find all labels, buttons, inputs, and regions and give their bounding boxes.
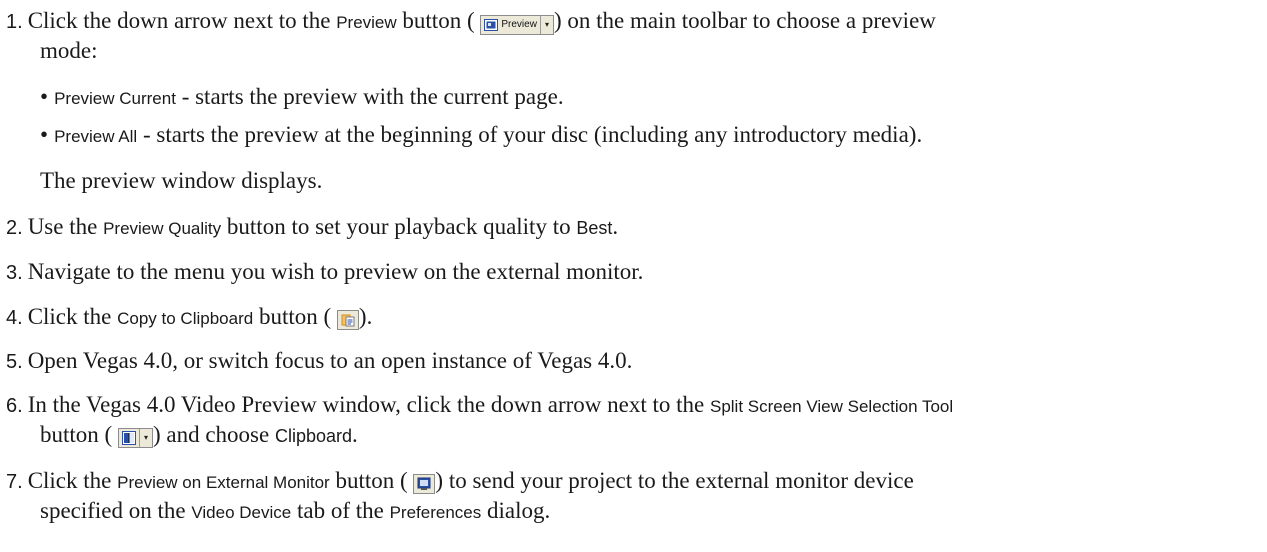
step-number: 6. (6, 395, 23, 417)
ui-term-best: Best (576, 218, 613, 238)
bullet-preview-all: • Preview All - starts the preview at the… (40, 122, 923, 147)
split-screen-button-image: ▾ (117, 428, 153, 448)
step-number: 4. (6, 307, 23, 329)
ui-term-preview-current: Preview Current (54, 89, 176, 108)
ui-term-split-screen-tool: Split Screen View Selection Tool (709, 397, 954, 416)
monitor-button-image (413, 474, 436, 494)
step-number: 1. (6, 11, 23, 33)
ui-term-video-device: Video Device (191, 503, 292, 522)
bullet-icon: • (40, 122, 49, 147)
step-number: 5. (6, 351, 23, 373)
preview-button-image: Preview ▾ (480, 15, 554, 35)
step-5: 5. Open Vegas 4.0, or switch focus to an … (6, 348, 633, 373)
ui-term-clipboard: Clipboard (274, 426, 352, 446)
ui-term-preview-quality: Preview Quality (103, 219, 222, 238)
ui-term-preview-all: Preview All (54, 127, 138, 146)
step-6: 6. In the Vegas 4.0 Video Preview window,… (6, 392, 954, 417)
external-monitor-icon (417, 477, 431, 490)
step-3: 3. Navigate to the menu you wish to previ… (6, 259, 644, 284)
step-number: 2. (6, 217, 23, 239)
step-4: 4. Click the Copy to Clipboard button ( )… (6, 304, 373, 330)
step-2: 2. Use the Preview Quality button to set … (6, 214, 619, 239)
chevron-down-icon: ▾ (138, 429, 152, 447)
clipboard-copy-icon (341, 314, 355, 327)
step-7-continued: specified on the Video Device tab of the… (40, 498, 551, 523)
step-1: 1. Click the down arrow next to the Previ… (6, 6, 936, 38)
ui-term-preview-on-external-monitor: Preview on External Monitor (117, 473, 330, 492)
preview-button-label: Preview (501, 19, 537, 30)
ui-term-preferences: Preferences (389, 503, 482, 522)
step-6-continued: button ( ▾) and choose Clipboard. (40, 422, 358, 448)
step-1-continued: mode: (40, 38, 98, 63)
chevron-down-icon: ▾ (539, 16, 553, 34)
preview-frame-icon (484, 19, 499, 31)
preview-window-note: The preview window displays. (40, 168, 323, 193)
step-text: Click the down arrow next to the (27, 8, 337, 33)
step-number: 3. (6, 262, 23, 284)
step-7: 7. Click the Preview on External Monitor … (6, 468, 914, 494)
bullet-preview-current: • Preview Current - starts the preview wi… (40, 84, 564, 109)
ui-term-preview: Preview (336, 13, 397, 32)
split-screen-icon (121, 431, 136, 445)
copy-button-image (336, 310, 359, 330)
ui-term-copy-to-clipboard: Copy to Clipboard (117, 309, 254, 328)
step-number: 7. (6, 471, 23, 493)
bullet-icon: • (40, 84, 49, 109)
